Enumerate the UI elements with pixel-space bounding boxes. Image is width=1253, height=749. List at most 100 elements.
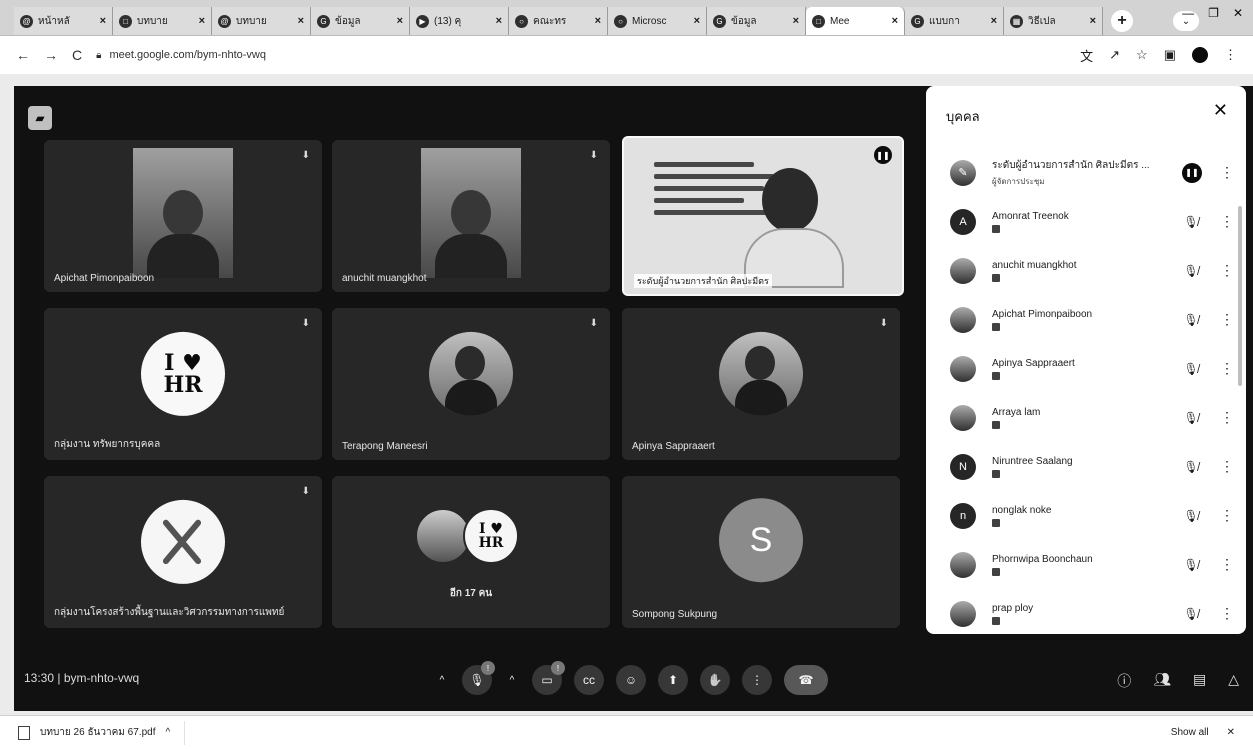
participant-tile[interactable]: ⬇ anuchit muangkhot: [332, 140, 610, 292]
close-download-bar-icon[interactable]: ✕: [1227, 727, 1235, 738]
more-options-icon[interactable]: ⋮: [1220, 556, 1234, 573]
close-window-icon[interactable]: ✕: [1233, 6, 1243, 20]
maximize-icon[interactable]: ❐: [1208, 6, 1219, 20]
more-options-icon[interactable]: ⋮: [1220, 507, 1234, 524]
others-tile[interactable]: I ♥ HR อีก 17 คน: [332, 476, 610, 628]
more-options-icon[interactable]: ⋮: [1220, 605, 1234, 622]
presenter-tile[interactable]: ระดับผู้อำนวยการสำนัก ศิลปะมีตร ❚❚: [622, 136, 904, 296]
audio-options-chevron-icon[interactable]: ^: [434, 665, 450, 695]
more-options-icon[interactable]: ⋮: [1220, 360, 1234, 377]
tab-close-icon[interactable]: ×: [397, 15, 403, 27]
call-controls: ^ 🎙︎! ^ ▭! cc ☺ ⬆ ✋ ⋮ ☎: [434, 661, 828, 695]
people-icon[interactable]: 👥︎: [1153, 671, 1171, 691]
person-avatar: A: [950, 208, 976, 235]
video-options-chevron-icon[interactable]: ^: [504, 665, 520, 695]
tab-favicon: G: [317, 14, 330, 28]
more-options-icon[interactable]: ⋮: [1220, 262, 1234, 279]
participant-tile[interactable]: ⬇ Terapong Maneesri: [332, 308, 610, 460]
download-item[interactable]: บทบาย 26 ธันวาคม 67.pdf ^: [18, 720, 186, 745]
browser-tab[interactable]: G แบบกา ×: [905, 7, 1004, 35]
device-icon: [992, 616, 1000, 625]
browser-menu-icon[interactable]: ⋮: [1224, 47, 1237, 63]
tab-close-icon[interactable]: ×: [100, 15, 106, 27]
people-list-item[interactable]: ✎ ระดับผู้อำนวยการสำนัก ศิลปะมีตร ... ผู้…: [926, 148, 1246, 197]
browser-tab[interactable]: ○ Microsc ×: [608, 7, 707, 35]
browser-tab[interactable]: @ หน้าหลั ×: [14, 7, 113, 35]
mic-muted-icon: 🎙︎̸: [1183, 557, 1199, 572]
meeting-details-icon[interactable]: ▰: [28, 106, 52, 130]
more-options-icon[interactable]: ⋮: [1220, 458, 1234, 475]
profile-avatar[interactable]: [1192, 47, 1208, 63]
device-icon: [992, 371, 1000, 380]
more-options-icon[interactable]: ⋮: [1220, 409, 1234, 426]
translate-icon[interactable]: 文: [1080, 46, 1093, 65]
raise-hand-button[interactable]: ✋: [700, 665, 730, 695]
person-name: Amonrat Treenok: [992, 210, 1069, 222]
people-list-item[interactable]: Apichat Pimonpaiboon 🎙︎̸ ⋮: [926, 295, 1246, 344]
browser-tab[interactable]: @ บทบาย ×: [212, 7, 311, 35]
device-icon: [992, 469, 1000, 478]
device-icon: [992, 224, 1000, 233]
tab-close-icon[interactable]: ×: [595, 15, 601, 27]
browser-tab-active[interactable]: □ Mee ×: [806, 7, 905, 35]
lock-icon[interactable]: 🔒︎: [96, 50, 101, 61]
more-options-icon[interactable]: ⋮: [1220, 311, 1234, 328]
show-all-button[interactable]: Show all: [1171, 727, 1209, 738]
leave-call-button[interactable]: ☎: [784, 665, 828, 695]
tab-label: ข้อมูล: [731, 15, 757, 27]
person-avatar: [950, 551, 976, 578]
tab-close-icon[interactable]: ×: [496, 15, 502, 27]
share-icon[interactable]: ↗: [1109, 47, 1120, 63]
people-list-scrollbar[interactable]: [1238, 206, 1242, 386]
people-list-item[interactable]: A Amonrat Treenok 🎙︎̸ ⋮: [926, 197, 1246, 246]
browser-tab[interactable]: ▶ (13) คุ ×: [410, 7, 509, 35]
tab-close-icon[interactable]: ×: [199, 15, 205, 27]
captions-button[interactable]: cc: [574, 665, 604, 695]
side-panel-icon[interactable]: ▣: [1164, 47, 1176, 63]
people-list-item[interactable]: Apinya Sappraaert 🎙︎̸ ⋮: [926, 344, 1246, 393]
tab-close-icon[interactable]: ×: [298, 15, 304, 27]
reload-icon[interactable]: C: [72, 47, 82, 63]
chat-icon[interactable]: ▤: [1193, 671, 1206, 691]
camera-toggle-button[interactable]: ▭!: [532, 661, 565, 695]
browser-tab[interactable]: G ข้อมูล ×: [707, 7, 806, 35]
activities-icon[interactable]: △: [1228, 671, 1239, 691]
minimize-icon[interactable]: —: [1182, 6, 1194, 20]
participant-tile[interactable]: I ♥ HR ⬇ กลุ่มงาน ทรัพยากรบุคคล: [44, 308, 322, 460]
people-list-item[interactable]: anuchit muangkhot 🎙︎̸ ⋮: [926, 246, 1246, 295]
participant-tile[interactable]: ⬇ Apinya Sappraaert: [622, 308, 900, 460]
back-icon[interactable]: ←: [16, 47, 30, 63]
people-list-item[interactable]: Arraya lam 🎙︎̸ ⋮: [926, 393, 1246, 442]
mic-toggle-button[interactable]: 🎙︎!: [462, 661, 495, 695]
browser-tab[interactable]: ▦ วิธีเปล ×: [1004, 7, 1103, 35]
participant-tile[interactable]: S Sompong Sukpung: [622, 476, 900, 628]
more-options-icon[interactable]: ⋮: [1220, 213, 1234, 230]
more-options-icon[interactable]: ⋮: [1220, 164, 1234, 181]
people-list-item[interactable]: Phornwipa Boonchaun 🎙︎̸ ⋮: [926, 540, 1246, 589]
person-name: prap ploy: [992, 602, 1034, 614]
close-panel-icon[interactable]: ✕: [1213, 100, 1228, 121]
participant-tile[interactable]: ⬇ Apichat Pimonpaiboon: [44, 140, 322, 292]
emoji-reaction-button[interactable]: ☺: [616, 665, 646, 695]
tab-close-icon[interactable]: ×: [991, 15, 997, 27]
participant-tile[interactable]: ⬇ กลุ่มงานโครงสร้างพื้นฐานและวิศวกรรมทาง…: [44, 476, 322, 628]
people-list-item[interactable]: prap ploy 🎙︎̸ ⋮: [926, 589, 1246, 634]
tab-close-icon[interactable]: ×: [892, 15, 898, 27]
more-options-button[interactable]: ⋮: [742, 665, 772, 695]
bookmark-star-icon[interactable]: ☆: [1136, 47, 1148, 63]
url-field[interactable]: 🔒︎ meet.google.com/bym-nhto-vwq: [96, 49, 1066, 61]
browser-tab[interactable]: □ บทบาย ×: [113, 7, 212, 35]
download-chevron-icon[interactable]: ^: [165, 727, 170, 738]
tab-close-icon[interactable]: ×: [793, 15, 799, 27]
forward-icon[interactable]: →: [44, 47, 58, 63]
present-screen-button[interactable]: ⬆: [658, 665, 688, 695]
meeting-info-icon[interactable]: ⓘ: [1117, 671, 1131, 691]
tab-close-icon[interactable]: ×: [1090, 15, 1096, 27]
browser-tab[interactable]: ○ คณะทร ×: [509, 7, 608, 35]
browser-tab[interactable]: G ข้อมูล ×: [311, 7, 410, 35]
new-tab-button[interactable]: +: [1111, 10, 1133, 32]
tab-close-icon[interactable]: ×: [694, 15, 700, 27]
people-list-item[interactable]: n nonglak noke 🎙︎̸ ⋮: [926, 491, 1246, 540]
window-controls: — ❐ ✕: [1182, 6, 1243, 20]
people-list-item[interactable]: N Niruntree Saalang 🎙︎̸ ⋮: [926, 442, 1246, 491]
